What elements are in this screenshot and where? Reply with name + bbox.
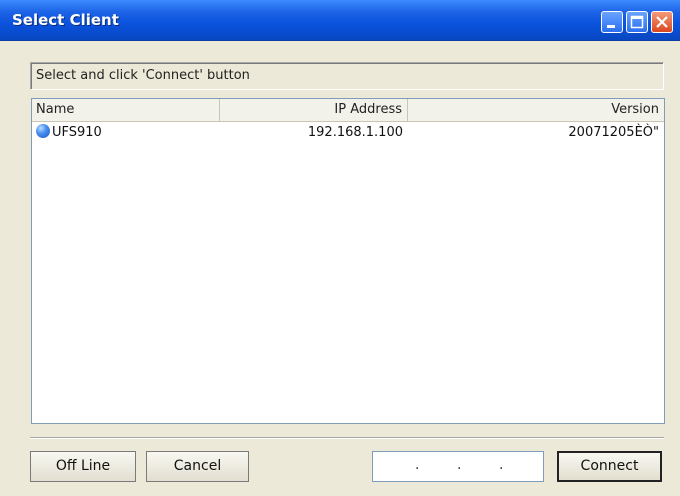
maximize-icon — [630, 15, 644, 29]
minimize-icon — [607, 25, 615, 28]
client-globe-icon — [36, 124, 50, 138]
status-message-box: Select and click 'Connect' button — [30, 62, 664, 90]
select-client-window: Select Client Select and click 'Connect'… — [0, 0, 680, 496]
off-line-button[interactable]: Off Line — [30, 451, 136, 482]
column-header-version[interactable]: Version — [408, 99, 664, 121]
close-icon — [656, 16, 668, 28]
column-header-name[interactable]: Name — [32, 99, 220, 121]
close-button[interactable] — [651, 11, 673, 33]
ip-separator: . — [499, 457, 504, 473]
status-message: Select and click 'Connect' button — [36, 68, 250, 83]
list-item[interactable]: UFS910 192.168.1.100 20071205ÈÒ" — [32, 122, 664, 144]
ip-address-input[interactable]: . . . — [372, 451, 544, 482]
client-list[interactable]: Name IP Address Version UFS910 192.168.1… — [31, 98, 665, 424]
ip-separator: . — [457, 457, 462, 473]
column-header-ip-address[interactable]: IP Address — [220, 99, 408, 121]
title-bar[interactable]: Select Client — [0, 0, 680, 41]
client-version-cell: 20071205ÈÒ" — [568, 125, 659, 140]
client-ip-cell: 192.168.1.100 — [307, 125, 403, 140]
divider — [30, 437, 664, 439]
client-name-cell: UFS910 — [36, 122, 102, 144]
list-header: Name IP Address Version — [32, 99, 664, 122]
window-title: Select Client — [12, 11, 119, 29]
maximize-button[interactable] — [626, 11, 648, 33]
ip-separator: . — [415, 457, 420, 473]
client-name: UFS910 — [52, 125, 102, 140]
connect-button[interactable]: Connect — [557, 451, 662, 482]
cancel-button[interactable]: Cancel — [146, 451, 249, 482]
minimize-button[interactable] — [601, 11, 623, 33]
